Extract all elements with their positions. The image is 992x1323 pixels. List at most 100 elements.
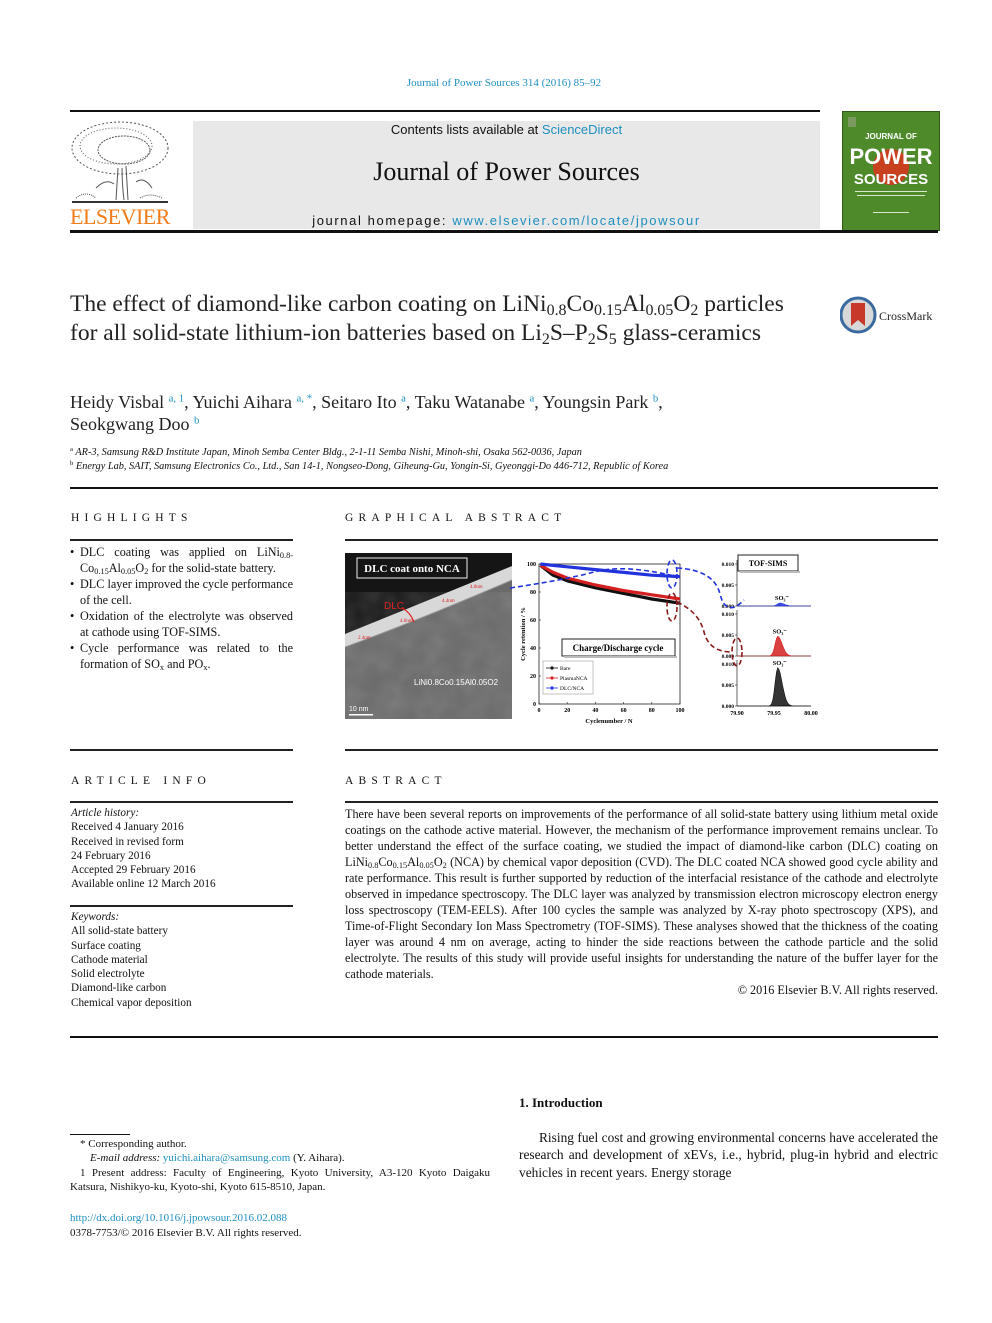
cycle-chart-title: Charge/Discharge cycle <box>573 643 664 653</box>
history-entry: Received in revised form <box>71 835 184 848</box>
highlight-item: Oxidation of the electrolyte was observe… <box>70 608 293 640</box>
footnote-corresponding: * Corresponding author. <box>80 1138 187 1150</box>
highlights-heading: HIGHLIGHTS <box>71 512 193 524</box>
introduction-heading: 1. Introduction <box>519 1095 603 1110</box>
cycle-ytick-label: 60 <box>530 618 536 624</box>
cycle-xlabel: Cyclenumber / N <box>585 718 632 725</box>
issn-line: 0378-7753/© 2016 Elsevier B.V. All right… <box>70 1227 302 1239</box>
cover-line3: SOURCES <box>854 171 928 188</box>
affiliation-b: b Energy Lab, SAIT, Samsung Electronics … <box>70 459 669 472</box>
elsevier-wordmark: ELSEVIER <box>70 204 170 229</box>
article-info-heading: ARTICLE INFO <box>71 775 211 787</box>
keywords-rule <box>70 905 293 907</box>
legend-marker <box>550 666 554 670</box>
tof-ytick-label: 0.000 <box>722 704 735 710</box>
highlights-list: DLC coating was applied on LiNi0.8-Co0.1… <box>70 544 293 672</box>
tem-image: DLC coat onto NCA DLC 4.0nm 4.4nm 4.0nm … <box>345 553 512 719</box>
sciencedirect-link[interactable]: ScienceDirect <box>542 122 622 137</box>
homepage-prefix: journal homepage: <box>312 213 453 228</box>
tof-sims-chart: TOF-SIMS 0.0000.0050.010SO₃⁻0.0000.0050.… <box>722 554 818 717</box>
homepage-link[interactable]: www.elsevier.com/locate/jpowsour <box>452 213 700 228</box>
affiliation-a: a AR-3, Samsung R&D Institute Japan, Min… <box>70 445 582 458</box>
cover-logo-icon <box>848 117 856 127</box>
tem-material-label: LiNi0.8Co0.15Al0.05O2 <box>414 678 499 687</box>
graphical-abstract-figure[interactable]: DLC coat onto NCA DLC 4.0nm 4.4nm 4.0nm … <box>344 552 824 732</box>
abstract-heading: ABSTRACT <box>345 775 447 787</box>
thickness-label: 4.0nm <box>470 585 483 590</box>
author[interactable]: Heidy Visbal a, 1 <box>70 392 184 412</box>
keywords-label: Keywords: <box>71 911 120 923</box>
article-history: Article history: Received 4 January 2016… <box>71 806 294 892</box>
author[interactable]: Seitaro Ito a <box>321 392 406 412</box>
email-link[interactable]: yuichi.aihara@samsung.com <box>163 1152 290 1164</box>
cycle-retention-chart: 0 20 40 60 80 100 0 20 40 60 80 100 Cyclenumber / N… <box>520 562 685 725</box>
crossmark-badge[interactable]: CrossMark <box>839 296 940 336</box>
cycle-xtick-label: 60 <box>621 708 627 714</box>
journal-citation[interactable]: Journal of Power Sources 314 (2016) 85–9… <box>0 77 992 89</box>
tof-ytick-label: 0.005 <box>722 633 735 639</box>
cover-line1: JOURNAL OF <box>865 132 917 141</box>
keyword: Solid electrolyte <box>71 968 145 981</box>
paper-title: The effect of diamond-like carbon coatin… <box>70 291 784 348</box>
graphical-abstract-rule <box>345 539 938 541</box>
abstract-rule <box>345 801 938 803</box>
tof-ytick-label: 0.010 <box>722 612 735 618</box>
article-info-rule <box>70 801 293 803</box>
journal-cover[interactable]: JOURNAL OF POWER SOURCES <box>842 111 940 231</box>
history-label: Article history: <box>71 807 140 819</box>
scale-bar-label: 10 nm <box>349 706 369 713</box>
cycle-ytick-label: 100 <box>527 562 536 568</box>
graphical-abstract-bottom-rule <box>345 749 938 751</box>
abstract-copyright: © 2016 Elsevier B.V. All rights reserved… <box>737 983 938 997</box>
contents-line: Contents lists available at ScienceDirec… <box>193 122 820 137</box>
doi-link[interactable]: http://dx.doi.org/10.1016/j.jpowsour.201… <box>70 1212 287 1224</box>
abstract-paragraph: There have been several reports on impro… <box>345 807 938 981</box>
highlights-bottom-rule <box>70 749 293 751</box>
author[interactable]: Yuichi Aihara a, * <box>193 392 313 412</box>
author-list: Heidy Visbal a, 1, Yuichi Aihara a, *, S… <box>70 392 663 434</box>
tof-peak-plasmanca <box>737 635 811 657</box>
tof-title: TOF-SIMS <box>749 559 788 568</box>
cycle-ylabel: Cycle retention / % <box>520 607 527 661</box>
cycle-xtick-label: 40 <box>592 708 598 714</box>
front-matter-bottom-rule <box>70 1036 938 1038</box>
journal-cover-art: JOURNAL OF POWER SOURCES <box>848 117 933 213</box>
legend-marker <box>550 686 554 690</box>
title-block-rule <box>70 487 938 489</box>
tof-ytick-label: 0.010 <box>722 562 735 568</box>
tem-title-label: DLC coat onto NCA <box>364 563 460 575</box>
author[interactable]: Seokgwang Doo b <box>70 414 199 434</box>
footnote-rule <box>70 1134 130 1135</box>
scale-bar <box>349 714 373 716</box>
tof-ytick-label: 0.005 <box>722 683 735 689</box>
tof-xtick-label: 79.90 <box>730 711 744 717</box>
crossmark-label: CrossMark <box>879 309 932 323</box>
cycle-xtick-label: 20 <box>564 708 570 714</box>
keyword: Diamond-like carbon <box>71 982 167 995</box>
cycle-ytick-label: 80 <box>530 590 536 596</box>
abstract-body: There have been several reports on impro… <box>345 806 938 998</box>
journal-title: Journal of Power Sources <box>373 157 640 186</box>
keywords: Keywords: All solid-state battery Surfac… <box>71 910 294 1010</box>
homepage-line: journal homepage: www.elsevier.com/locat… <box>193 213 820 228</box>
legend-marker <box>550 676 554 680</box>
tof-peak-label: SO₃⁻ <box>773 628 788 635</box>
tem-dlc-label: DLC <box>384 601 404 612</box>
keyword: All solid-state battery <box>71 925 168 938</box>
crossmark-icon <box>839 296 877 334</box>
cycle-xtick-label: 80 <box>649 708 655 714</box>
journal-banner: Contents lists available at ScienceDirec… <box>193 121 820 229</box>
thickness-label: 2.4nm <box>358 636 371 641</box>
highlight-item: DLC layer improved the cycle performance… <box>70 576 293 608</box>
author[interactable]: Youngsin Park b <box>543 392 659 412</box>
tof-peak-label: SO₃⁻ <box>775 595 790 602</box>
keyword: Surface coating <box>71 939 141 952</box>
history-entry: Accepted 29 February 2016 <box>71 864 196 877</box>
keyword: Chemical vapor deposition <box>71 996 192 1009</box>
elsevier-logo[interactable]: ELSEVIER <box>66 118 174 230</box>
legend-label: Bare <box>560 666 571 672</box>
cycle-ytick-label: 0 <box>533 702 536 708</box>
tof-peak-bare <box>737 667 811 707</box>
author[interactable]: Taku Watanabe a <box>415 392 535 412</box>
highlight-item: Cycle performance was related to the for… <box>70 640 293 672</box>
